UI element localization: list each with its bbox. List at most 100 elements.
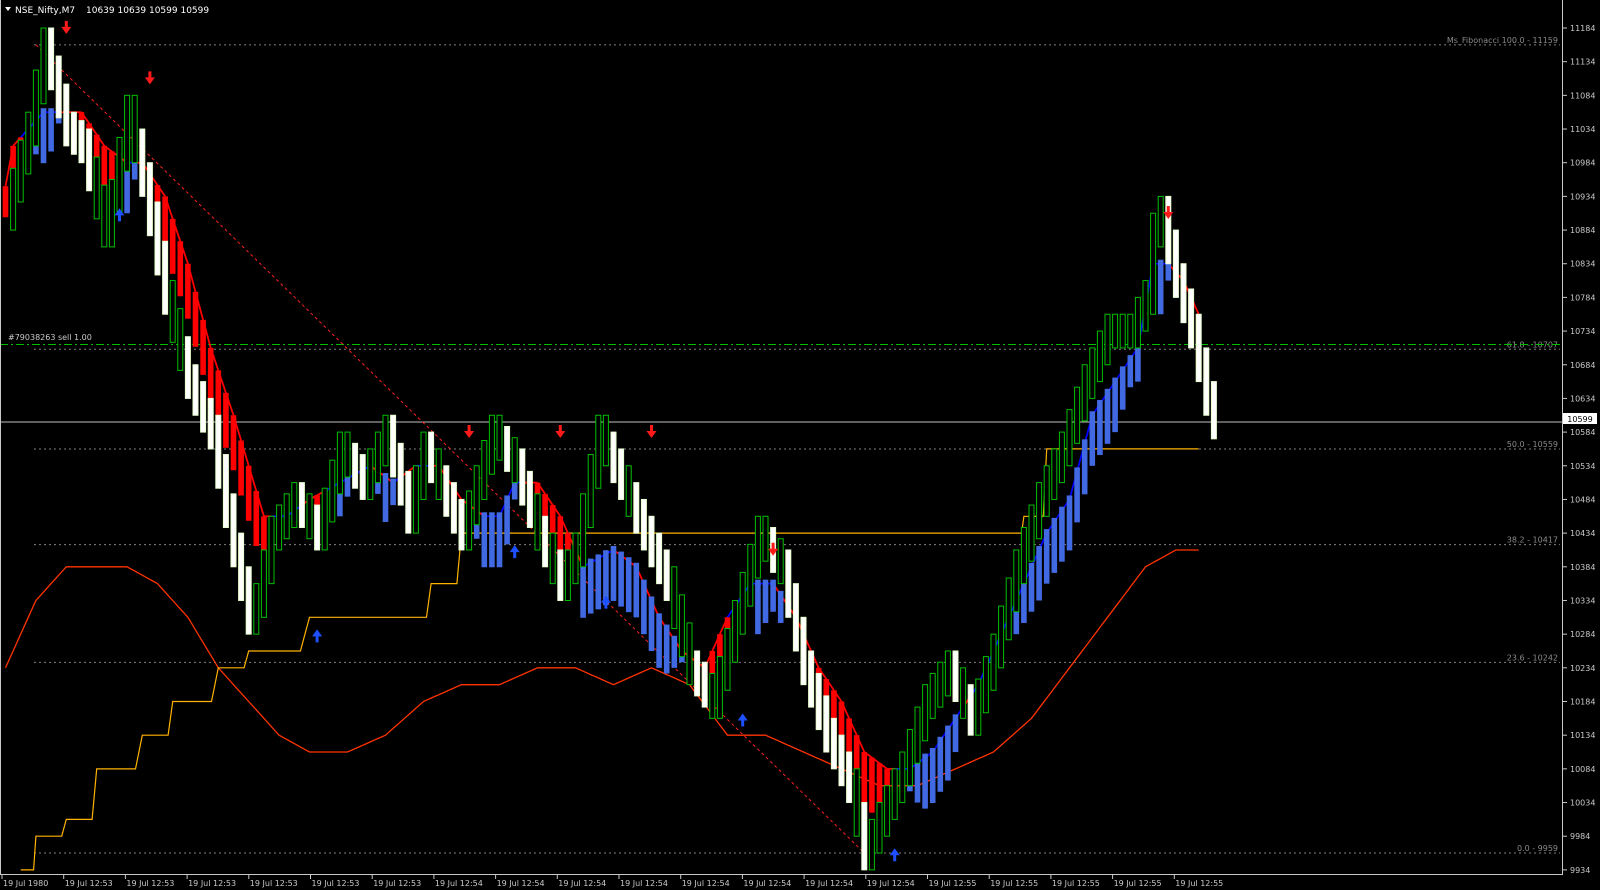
bear-candle [618,448,625,500]
bull-candle [762,515,769,562]
bear-candle [640,498,647,551]
bear-candle [542,515,549,568]
chart-header: NSE_Nifty,M7 10639 10639 10599 10599 [5,6,209,16]
bear-candle [63,83,70,147]
renko-up-brick [945,725,951,781]
y-tick-label: 9984 [1570,832,1590,841]
bear-candle [823,695,830,753]
renko-up-brick [1112,377,1118,433]
bull-candle [412,465,419,534]
renko-up-brick [1021,579,1027,623]
x-tick-label: 19 Jul 12:54 [743,879,791,888]
renko-up-brick [952,714,959,753]
bear-candle [450,482,457,534]
bull-candle [276,504,283,551]
symbol-label: NSE_Nifty,M7 [15,6,75,16]
bull-candle [975,678,982,736]
x-tick-label: 19 Jul 1980 [3,879,48,888]
bull-candle [929,672,936,719]
y-tick-label: 10684 [1570,361,1595,370]
y-tick-label: 11084 [1570,91,1595,100]
bull-candle [602,414,609,467]
bear-candle [192,364,199,416]
bull-candle [884,785,891,837]
x-tick-label: 19 Jul 12:53 [126,879,174,888]
bear-candle [1180,263,1187,324]
bear-candle [222,454,229,529]
renko-down-brick [230,415,237,471]
bear-candle [648,515,655,568]
ohlc-readout: 10639 10639 10599 10599 [86,6,209,16]
bull-candle [382,414,389,467]
bull-candle [876,802,883,854]
x-tick-label: 19 Jul 12:54 [497,879,545,888]
bull-candle [1127,313,1134,349]
renko-up-brick [48,108,54,152]
renko-down-brick [245,465,252,521]
x-tick-label: 19 Jul 12:53 [373,879,421,888]
bull-candle [329,459,336,523]
bear-candle [1195,313,1202,383]
bear-candle [352,442,359,489]
x-tick-label: 19 Jul 12:53 [188,879,236,888]
bull-candle [124,94,131,172]
bull-candle [686,622,693,686]
renko-up-brick [1051,517,1058,573]
bull-candle [587,454,594,529]
bull-candle [25,111,32,175]
bear-candle [1203,347,1210,416]
bull-candle [1134,296,1141,349]
bull-candle [1089,347,1096,399]
y-tick-label: 11134 [1570,58,1595,67]
bull-candle [344,431,351,478]
bear-candle [55,55,62,119]
bull-candle [777,538,784,585]
bull-candle [374,431,381,484]
y-tick-label: 10384 [1570,563,1595,572]
bear-candle [785,549,792,618]
y-tick-label: 10884 [1570,226,1595,235]
renko-up-brick [1104,388,1111,444]
bear-candle [146,162,153,237]
renko-down-brick [177,241,184,297]
bull-candle [732,599,739,663]
bull-candle [32,69,39,147]
fib-level-label: 38.2 - 10417 [1507,536,1558,545]
bull-candle [625,465,632,517]
x-tick-label: 19 Jul 12:54 [620,879,668,888]
bear-candle [405,470,412,534]
y-tick-label: 10484 [1570,495,1595,504]
renko-up-brick [587,558,594,614]
bull-candle [496,414,503,461]
y-tick-label: 10934 [1570,192,1595,201]
x-tick-label: 19 Jul 12:55 [929,879,977,888]
fib-level-label: 0.0 - 9959 [1517,844,1558,853]
renko-down-brick [2,186,9,218]
renko-up-brick [671,635,678,668]
x-tick-label: 19 Jul 12:54 [435,879,483,888]
bear-candle [846,751,853,804]
bull-candle [1005,577,1012,641]
bear-candle [701,661,708,708]
y-tick-label: 10834 [1570,260,1595,269]
renko-down-brick [223,392,229,448]
bear-candle [663,549,670,601]
bear-candle [952,650,959,702]
price-chart[interactable]: Ms_Fibonacci 100.0 - 1115961.8 - 1070750… [0,0,1600,890]
bear-candle [443,465,450,517]
current-price-tag: 10599 [1563,413,1597,424]
bull-candle [131,94,138,164]
bear-candle [298,482,305,529]
bull-candle [534,493,541,551]
bull-candle [960,667,967,719]
bear-candle [390,414,397,478]
bear-candle [830,717,837,770]
bull-candle [116,136,123,214]
bull-candle [572,532,579,585]
y-tick-label: 10034 [1570,799,1595,808]
renko-up-brick [663,624,670,674]
y-tick-label: 10184 [1570,698,1595,707]
bull-candle [739,571,746,635]
bull-candle [306,493,313,540]
renko-up-brick [618,551,624,607]
